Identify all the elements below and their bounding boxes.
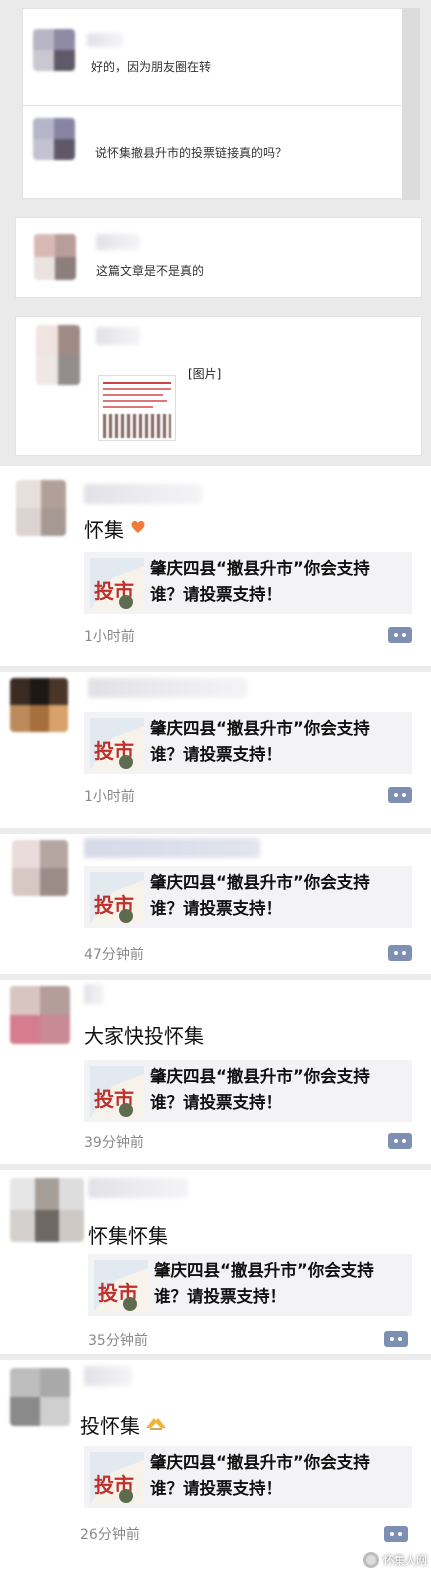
avatar [33,29,75,71]
chat-card-1: 好的，因为朋友圈在转 [22,8,404,106]
shared-link-card[interactable]: 投市 肇庆四县“撤县升市”你会支持谁？请投票支持！ [84,1446,412,1508]
blurred-name[interactable] [84,984,104,1004]
chat-message: 说怀集撤县升市的投票链接真的吗？ [95,146,288,160]
comment-more-icon[interactable] [384,1331,408,1347]
post-time: 35分钟前 [88,1333,148,1349]
link-thumbnail: 投市 [90,558,144,610]
right-scroll-strip [402,8,420,200]
blurred-name [96,234,140,250]
chat-message: 好的，因为朋友圈在转 [91,60,212,74]
avatar[interactable] [10,678,68,732]
link-title: 肇庆四县“撤县升市”你会支持谁？请投票支持！ [150,873,370,918]
link-title: 肇庆四县“撤县升市”你会支持谁？请投票支持！ [150,1067,370,1112]
link-thumbnail: 投市 [90,872,144,924]
link-thumbnail: 投市 [94,1260,148,1312]
moment-post-3: 投市 肇庆四县“撤县升市”你会支持谁？请投票支持！ 47分钟前 [0,834,431,974]
avatar [36,325,80,385]
moment-post-2: 投市 肇庆四县“撤县升市”你会支持谁？请投票支持！ 1小时前 [0,672,431,828]
blurred-name[interactable] [88,678,248,698]
moment-post-4: 大家快投怀集 投市 肇庆四县“撤县升市”你会支持谁？请投票支持！ 39分钟前 [0,980,431,1164]
moment-post-1: 怀集 投市 肇庆四县“撤县升市”你会支持谁？请投票支持！ 1小时前 [0,466,431,666]
post-time: 1小时前 [84,629,135,645]
chat-message: 这篇文章是不是真的 [96,264,205,278]
link-thumbnail: 投市 [90,718,144,770]
clap-emoji-icon [144,1412,168,1432]
watermark-logo-icon [363,1552,379,1568]
moment-post-5: 怀集怀集 投市 肇庆四县“撤县升市”你会支持谁？请投票支持！ 35分钟前 [0,1170,431,1354]
post-time: 1小时前 [84,789,135,805]
comment-more-icon[interactable] [388,1133,412,1149]
comment-more-icon[interactable] [388,787,412,803]
shared-link-card[interactable]: 投市 肇庆四县“撤县升市”你会支持谁？请投票支持！ [88,1254,412,1316]
blurred-name [96,327,140,345]
avatar[interactable] [10,1178,84,1242]
blurred-name[interactable] [84,484,202,504]
chat-card-2: 说怀集撤县升市的投票链接真的吗？ [22,105,404,199]
avatar[interactable] [10,986,70,1044]
avatar [34,234,76,280]
avatar[interactable] [16,480,66,536]
link-title: 肇庆四县“撤县升市”你会支持谁？请投票支持！ [150,1453,370,1498]
moment-post-6: 投怀集 投市 肇庆四县“撤县升市”你会支持谁？请投票支持！ 26分钟前 怀集人网 [0,1360,431,1572]
chat-card-3: 这篇文章是不是真的 [15,217,422,298]
image-placeholder-label: [图片] [188,367,222,381]
blurred-name [87,33,123,47]
post-time: 26分钟前 [80,1527,140,1543]
blurred-name[interactable] [84,838,260,858]
shared-link-card[interactable]: 投市 肇庆四县“撤县升市”你会支持谁？请投票支持！ [84,866,412,928]
chat-card-4: [图片] [15,316,422,456]
comment-more-icon[interactable] [388,945,412,961]
blurred-name[interactable] [88,1178,188,1198]
shared-link-card[interactable]: 投市 肇庆四县“撤县升市”你会支持谁？请投票支持！ [84,1060,412,1122]
shared-link-card[interactable]: 投市 肇庆四县“撤县升市”你会支持谁？请投票支持！ [84,552,412,614]
watermark: 怀集人网 [363,1552,427,1568]
post-text: 怀集怀集 [88,1224,168,1248]
post-text: 投怀集 [80,1414,140,1438]
image-thumbnail[interactable] [98,375,176,441]
comment-more-icon[interactable] [388,627,412,643]
link-thumbnail: 投市 [90,1066,144,1118]
heart-emoji-icon [131,520,145,533]
blurred-name[interactable] [84,1366,132,1386]
watermark-text: 怀集人网 [383,1554,427,1567]
shared-link-card[interactable]: 投市 肇庆四县“撤县升市”你会支持谁？请投票支持！ [84,712,412,774]
comment-more-icon[interactable] [384,1526,408,1542]
link-thumbnail: 投市 [90,1452,144,1504]
post-text: 大家快投怀集 [84,1024,204,1048]
post-time: 39分钟前 [84,1135,144,1151]
link-title: 肇庆四县“撤县升市”你会支持谁？请投票支持！ [150,719,370,764]
link-title: 肇庆四县“撤县升市”你会支持谁？请投票支持！ [150,559,370,604]
post-time: 47分钟前 [84,947,144,963]
avatar[interactable] [12,840,68,896]
avatar[interactable] [10,1368,70,1426]
avatar [33,118,75,160]
post-text: 怀集 [84,518,124,542]
link-title: 肇庆四县“撤县升市”你会支持谁？请投票支持！ [154,1261,374,1306]
